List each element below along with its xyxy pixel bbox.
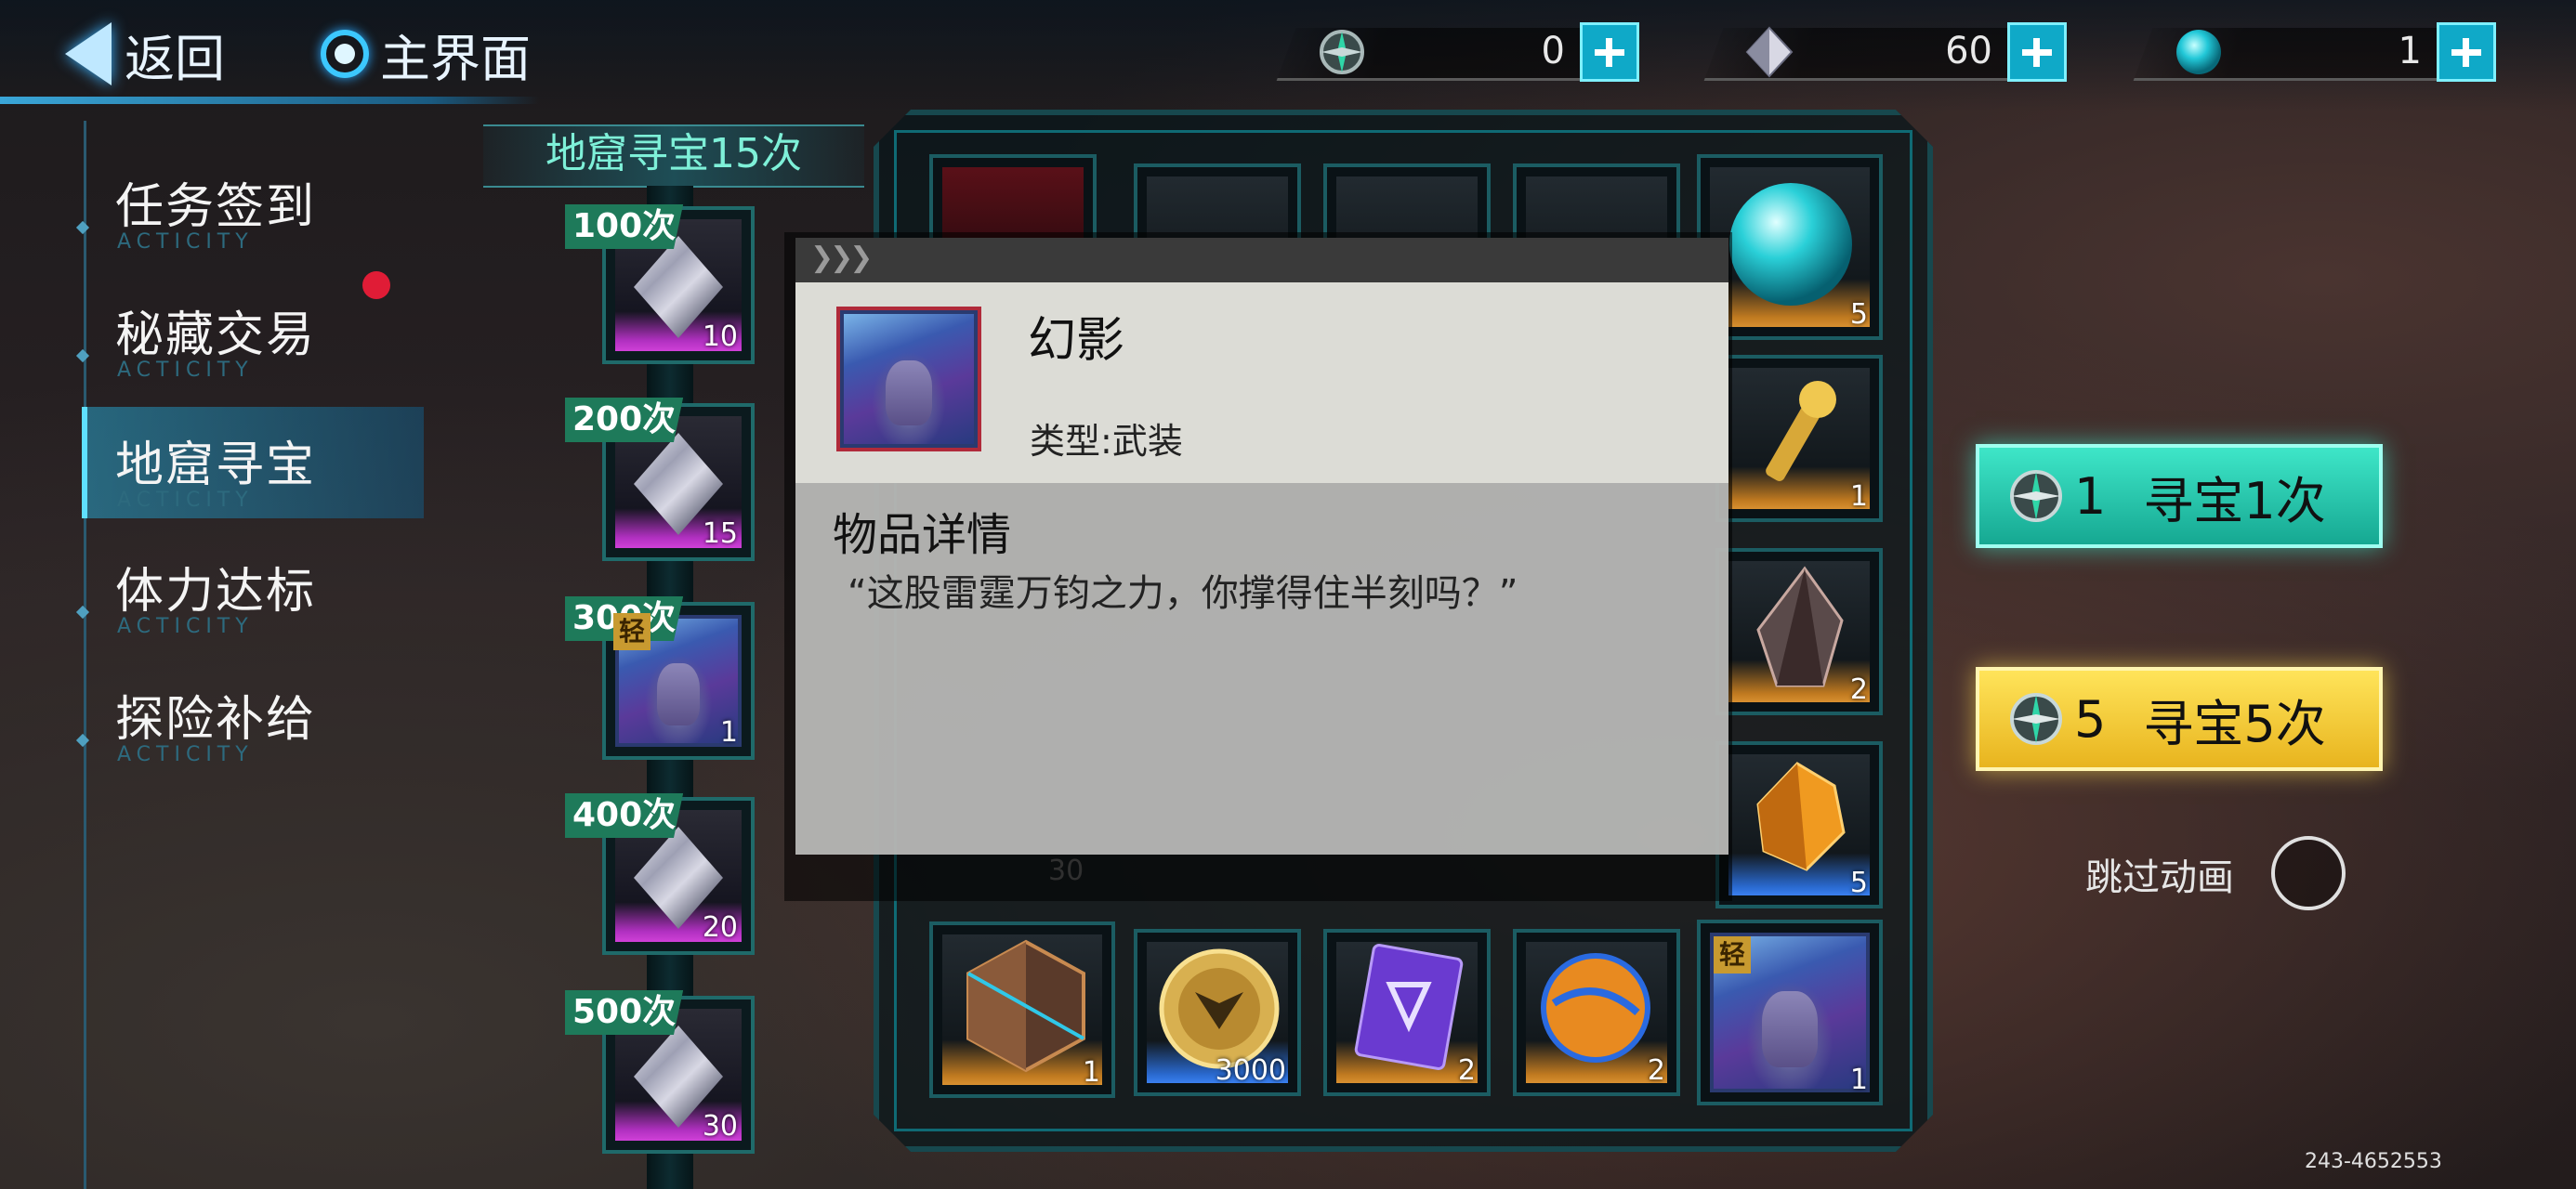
reward-slot-sphere[interactable]: 2 <box>1513 929 1680 1096</box>
reward-slot-key[interactable]: 1 <box>1715 355 1883 522</box>
menu-item-sub: ACTICITY <box>117 615 254 638</box>
gold-key-icon <box>1766 381 1836 481</box>
currency-value: 0 <box>1541 30 1565 72</box>
notification-dot <box>362 271 390 299</box>
item-type-label: 类型 <box>1030 421 1101 462</box>
reward-slot-shard[interactable]: 2 <box>1715 548 1883 715</box>
reward-slot-portrait[interactable]: 轻 1 <box>1697 920 1883 1105</box>
milestone-count: 20 <box>702 911 738 944</box>
menu-item-label: 地窟寻宝 <box>115 438 317 493</box>
reward-slot-amber[interactable]: 5 <box>1715 741 1883 908</box>
item-portrait <box>836 307 981 451</box>
menu-item-label: 秘藏交易 <box>115 307 317 363</box>
menu-item-sub: ACTICITY <box>117 743 254 766</box>
reward-slot-card[interactable]: 2 <box>1323 929 1491 1096</box>
home-label: 主界面 <box>380 29 531 88</box>
milestone-count: 10 <box>702 320 738 353</box>
milestone-tag: 200次 <box>565 398 684 442</box>
add-crystal-button[interactable] <box>2007 22 2067 82</box>
item-detail-title: 物品详情 <box>833 509 1012 561</box>
reward-slot-armor-orb[interactable]: 1 <box>929 921 1115 1098</box>
hunt-label: 寻宝1次 <box>2143 471 2326 530</box>
reward-slot-gold-coin[interactable]: 3000 <box>1134 929 1301 1096</box>
compass-icon <box>1320 30 1364 74</box>
item-type: 类型:武装 <box>1030 421 1183 462</box>
milestone-card-300[interactable]: 轻 1 <box>602 602 755 760</box>
reward-count: 3000 <box>1215 1054 1286 1087</box>
back-arrow-icon <box>65 22 112 85</box>
reward-count: 1 <box>1082 1056 1100 1089</box>
reward-count: 1 <box>1849 480 1868 513</box>
menu-item-label: 任务签到 <box>115 179 317 235</box>
home-button[interactable]: 主界面 <box>321 17 531 91</box>
hunt-cost: 5 <box>2074 689 2107 749</box>
menu-item-task-checkin[interactable]: 任务签到 ACTICITY <box>75 149 416 260</box>
light-badge: 轻 <box>613 613 651 650</box>
reward-count: 2 <box>1647 1054 1665 1087</box>
skip-animation-label: 跳过动画 <box>2085 856 2234 899</box>
milestone-title: 地窟寻宝15次 <box>545 130 802 177</box>
menu-item-sub: ACTICITY <box>117 489 254 512</box>
menu-item-cave-hunt[interactable]: 地窟寻宝 ACTICITY <box>82 407 424 518</box>
hunt-once-button[interactable]: 1 寻宝1次 <box>1976 444 2383 548</box>
compass-icon <box>2010 470 2062 522</box>
hunt-five-button[interactable]: 5 寻宝5次 <box>1976 667 2383 771</box>
chevrons-icon: ❯❯❯ <box>810 242 873 274</box>
orb-icon <box>2176 30 2221 74</box>
reward-count: 2 <box>1457 1054 1476 1087</box>
milestone-count: 30 <box>702 1110 738 1143</box>
purple-card-icon <box>1354 944 1464 1070</box>
reward-count: 5 <box>1849 867 1868 899</box>
item-name: 幻影 <box>1028 313 1125 369</box>
menu-item-sub: ACTICITY <box>117 230 254 254</box>
menu-item-supply[interactable]: 探险补给 ACTICITY <box>75 661 416 773</box>
light-badge: 轻 <box>1714 936 1751 973</box>
back-label: 返回 <box>125 29 225 88</box>
milestone-tag: 100次 <box>565 204 684 249</box>
menu-item-label: 探险补给 <box>115 692 317 748</box>
add-orb-button[interactable] <box>2437 22 2496 82</box>
back-button[interactable]: 返回 <box>65 17 225 91</box>
item-type-value: 武装 <box>1111 421 1183 462</box>
currency-compass: 0 <box>1276 20 1667 85</box>
menu-item-sub: ACTICITY <box>117 359 254 382</box>
crystal-icon <box>1745 26 1794 78</box>
reward-count: 5 <box>1849 298 1868 331</box>
orb-icon <box>1729 183 1852 306</box>
compass-icon <box>2010 693 2062 745</box>
dark-shard-icon <box>1756 566 1844 687</box>
item-popup-header <box>795 238 1728 282</box>
milestone-count: 1 <box>719 716 738 749</box>
amber-crystal-icon <box>1756 762 1846 871</box>
currency-orb: 1 <box>2133 20 2524 85</box>
skip-animation-toggle[interactable] <box>2271 836 2346 910</box>
currency-value: 1 <box>2398 30 2422 72</box>
armor-orb-icon <box>966 939 1085 1073</box>
menu-item-label: 体力达标 <box>115 564 317 620</box>
milestone-tag: 400次 <box>565 793 684 838</box>
item-description: “这股雷霆万钧之力，你撑得住半刻吗？” <box>848 572 1518 615</box>
currency-crystal: 60 <box>1703 20 2095 85</box>
currency-value: 60 <box>1945 30 1992 72</box>
reward-count: 2 <box>1849 673 1868 706</box>
energy-sphere-icon <box>1541 953 1650 1063</box>
milestone-count: 15 <box>702 517 738 550</box>
milestone-tag: 500次 <box>565 990 684 1035</box>
user-id: 243-4652553 <box>2305 1150 2442 1173</box>
portrait-icon <box>844 314 974 444</box>
add-compass-button[interactable] <box>1580 22 1639 82</box>
hunt-label: 寻宝5次 <box>2143 694 2326 753</box>
menu-item-stamina[interactable]: 体力达标 ACTICITY <box>75 533 416 645</box>
top-underline <box>0 97 539 104</box>
reward-count: 1 <box>1849 1064 1868 1096</box>
home-icon <box>321 30 369 78</box>
hunt-cost: 1 <box>2074 466 2107 526</box>
